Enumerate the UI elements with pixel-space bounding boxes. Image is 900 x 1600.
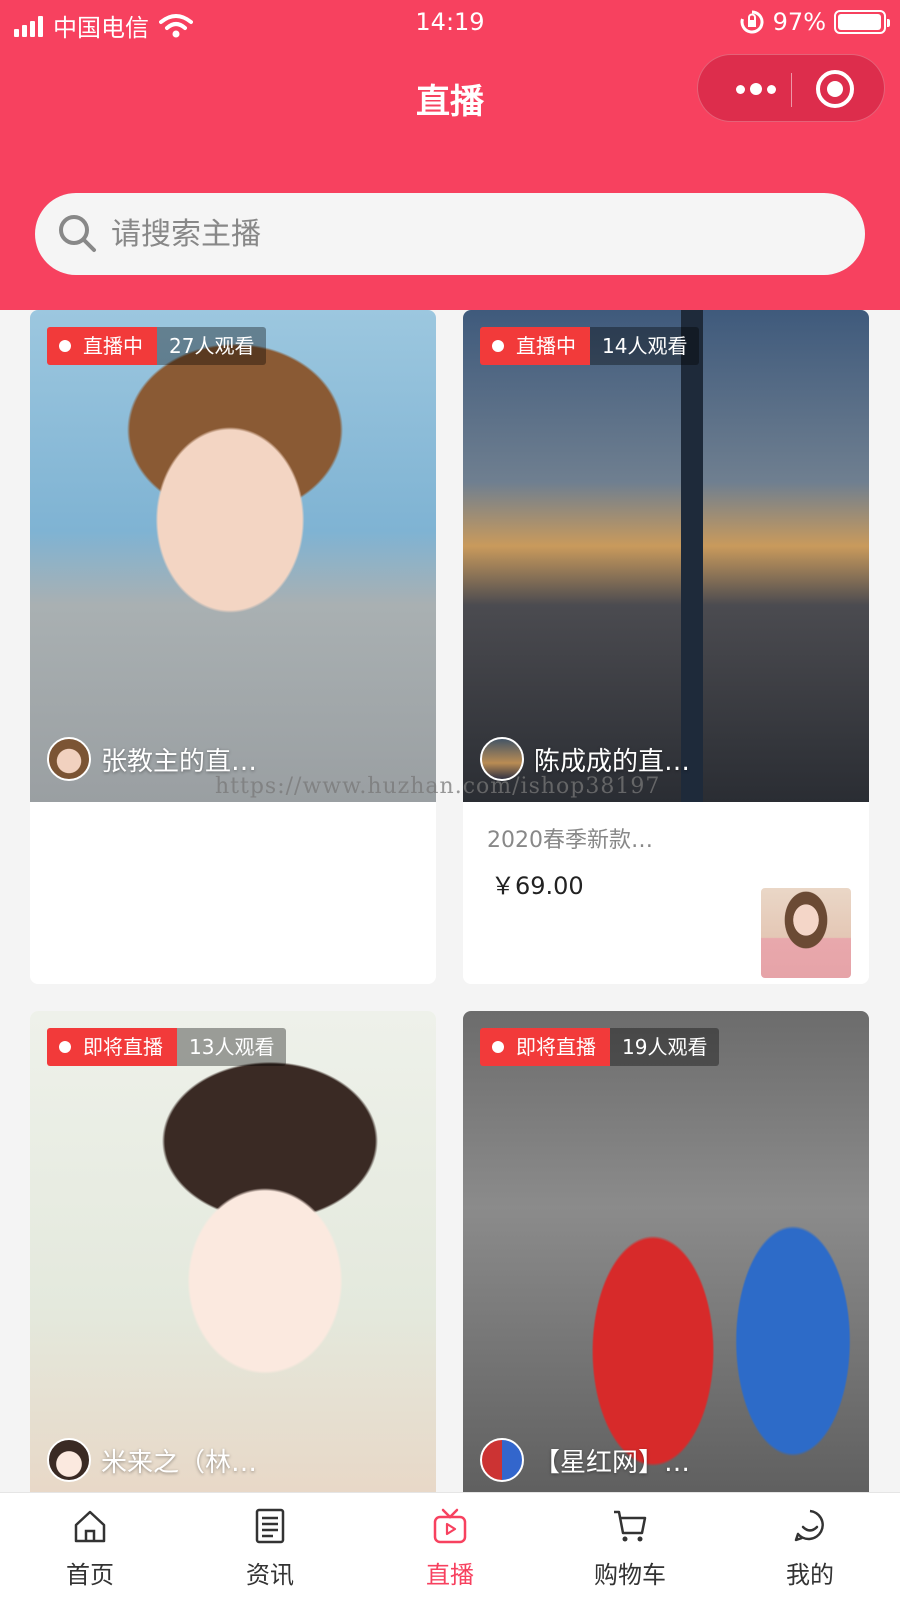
live-card[interactable]: 即将直播 19人观看 【星红网】… (463, 1011, 869, 1511)
tab-live[interactable]: 直播 (360, 1493, 540, 1600)
live-card[interactable]: 即将直播 13人观看 米来之（林… (30, 1011, 436, 1511)
tab-label: 首页 (66, 1561, 114, 1589)
tab-label: 直播 (426, 1561, 474, 1589)
tab-label: 我的 (786, 1561, 834, 1589)
tab-cart[interactable]: 购物车 (540, 1493, 720, 1600)
search-input[interactable] (111, 193, 831, 275)
tab-label: 资讯 (246, 1561, 294, 1589)
live-status: 直播中 (480, 327, 590, 365)
more-menu-icon[interactable] (726, 55, 786, 123)
cart-icon (614, 1510, 647, 1542)
viewer-count: 13人观看 (177, 1028, 287, 1066)
live-card[interactable]: 直播中 27人观看 张教主的直… (30, 310, 436, 984)
anchor-name: 陈成成的直… (534, 746, 691, 777)
avatar (47, 737, 91, 781)
battery-percent: 97% (772, 8, 826, 36)
capsule-divider (791, 73, 792, 107)
status-right: 97% (739, 8, 890, 36)
live-cover-image (463, 1011, 869, 1503)
live-status: 即将直播 (47, 1028, 177, 1066)
live-status-tag: 即将直播 13人观看 (47, 1028, 287, 1066)
close-miniprogram-icon[interactable] (816, 70, 854, 108)
anchor-name: 【星红网】… (534, 1447, 691, 1478)
product-price: ￥69.00 (491, 872, 584, 900)
live-status-tag: 直播中 27人观看 (47, 327, 267, 365)
tab-bar: 首页 资讯 直播 购物车 我的 (0, 1492, 900, 1600)
live-status: 直播中 (47, 327, 157, 365)
viewer-count: 14人观看 (590, 327, 700, 365)
live-card[interactable]: 直播中 14人观看 陈成成的直… 2020春季新款… ￥69.00 (463, 310, 869, 984)
anchor-name: 张教主的直… (101, 746, 258, 777)
home-icon (74, 1510, 106, 1543)
live-icon (433, 1508, 467, 1544)
anchor-info: 米来之（林… (47, 1437, 257, 1483)
viewer-count: 27人观看 (157, 327, 267, 365)
anchor-name: 米来之（林… (101, 1447, 258, 1478)
status-bar: 中国电信 14:19 97% (0, 0, 900, 44)
battery-level (838, 14, 881, 30)
tab-news[interactable]: 资讯 (180, 1493, 360, 1600)
avatar (47, 1438, 91, 1482)
search-icon (59, 215, 96, 252)
miniprogram-capsule (697, 54, 885, 122)
live-cover-image (30, 310, 436, 802)
battery-icon (834, 10, 890, 34)
live-cover-image (463, 310, 869, 802)
product-thumbnail[interactable] (761, 888, 851, 978)
news-icon (255, 1508, 285, 1544)
avatar (480, 1438, 524, 1482)
anchor-info: 【星红网】… (480, 1437, 690, 1483)
live-status-tag: 即将直播 19人观看 (480, 1028, 720, 1066)
viewer-count: 19人观看 (610, 1028, 720, 1066)
live-status: 即将直播 (480, 1028, 610, 1066)
product-name: 2020春季新款… (487, 828, 653, 853)
live-cover-image (30, 1011, 436, 1503)
rotation-lock-icon (740, 10, 764, 34)
tab-home[interactable]: 首页 (0, 1493, 180, 1600)
watermark-text: https://www.huzhan.com/ishop38197 (215, 774, 661, 799)
tab-profile[interactable]: 我的 (720, 1493, 900, 1600)
tab-label: 购物车 (594, 1561, 666, 1589)
search-bar[interactable] (35, 193, 865, 275)
live-status-tag: 直播中 14人观看 (480, 327, 700, 365)
profile-icon (794, 1509, 824, 1542)
header: 中国电信 14:19 97% 直播 (0, 0, 900, 310)
